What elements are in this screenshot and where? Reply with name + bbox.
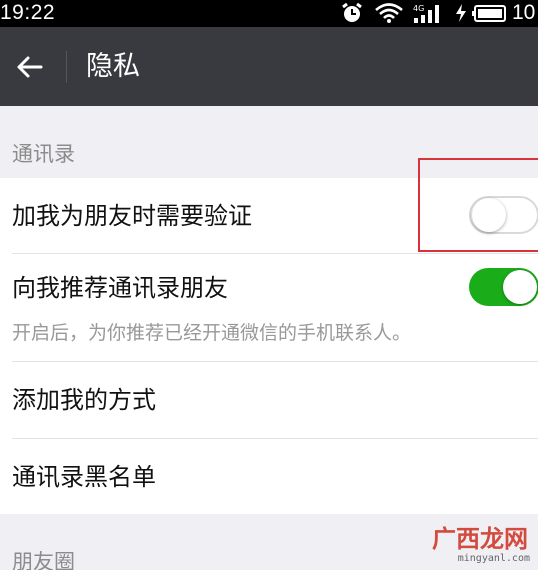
contacts-blacklist-row[interactable]: 通讯录黑名单 — [0, 439, 538, 514]
wifi-icon — [375, 3, 403, 23]
status-time: 19:22 — [0, 1, 56, 24]
battery-level-text: 10 — [512, 1, 536, 24]
alarm-icon — [342, 2, 362, 22]
section-label-contacts: 通讯录 — [12, 142, 75, 166]
arrow-left-icon — [17, 56, 43, 78]
recommend-contacts-switch[interactable] — [469, 268, 538, 306]
recommend-contacts-description: 开启后，为你推荐已经开通微信的手机联系人。 — [12, 322, 412, 344]
status-bar: 19:22 4G 10 — [0, 0, 538, 27]
header-divider — [66, 51, 67, 83]
watermark-url: mingyanl.com — [457, 553, 530, 564]
add-me-methods-label: 添加我的方式 — [12, 386, 156, 414]
page-title: 隐私 — [86, 51, 140, 82]
highlight-annotation-box — [418, 158, 538, 252]
signal-4g-icon: 4G — [413, 4, 439, 23]
switch-knob — [503, 270, 537, 304]
recommend-contacts-row[interactable]: 向我推荐通讯录朋友 开启后，为你推荐已经开通微信的手机联系人。 — [0, 254, 538, 361]
charging-icon — [456, 4, 466, 22]
back-button[interactable] — [10, 48, 48, 86]
require-verification-label: 加我为朋友时需要验证 — [12, 202, 252, 230]
watermark: 广西龙网 mingyanl.com — [424, 524, 534, 566]
battery-icon — [472, 5, 506, 22]
contacts-blacklist-label: 通讯录黑名单 — [12, 463, 156, 491]
status-icons: 4G 10 — [340, 1, 536, 24]
svg-text:4G: 4G — [413, 4, 424, 13]
watermark-text: 广西龙网 — [432, 525, 528, 553]
app-header: 隐私 — [0, 27, 538, 106]
add-me-methods-row[interactable]: 添加我的方式 — [0, 362, 538, 438]
recommend-contacts-label: 向我推荐通讯录朋友 — [12, 274, 228, 302]
section-label-moments: 朋友圈 — [12, 550, 75, 570]
